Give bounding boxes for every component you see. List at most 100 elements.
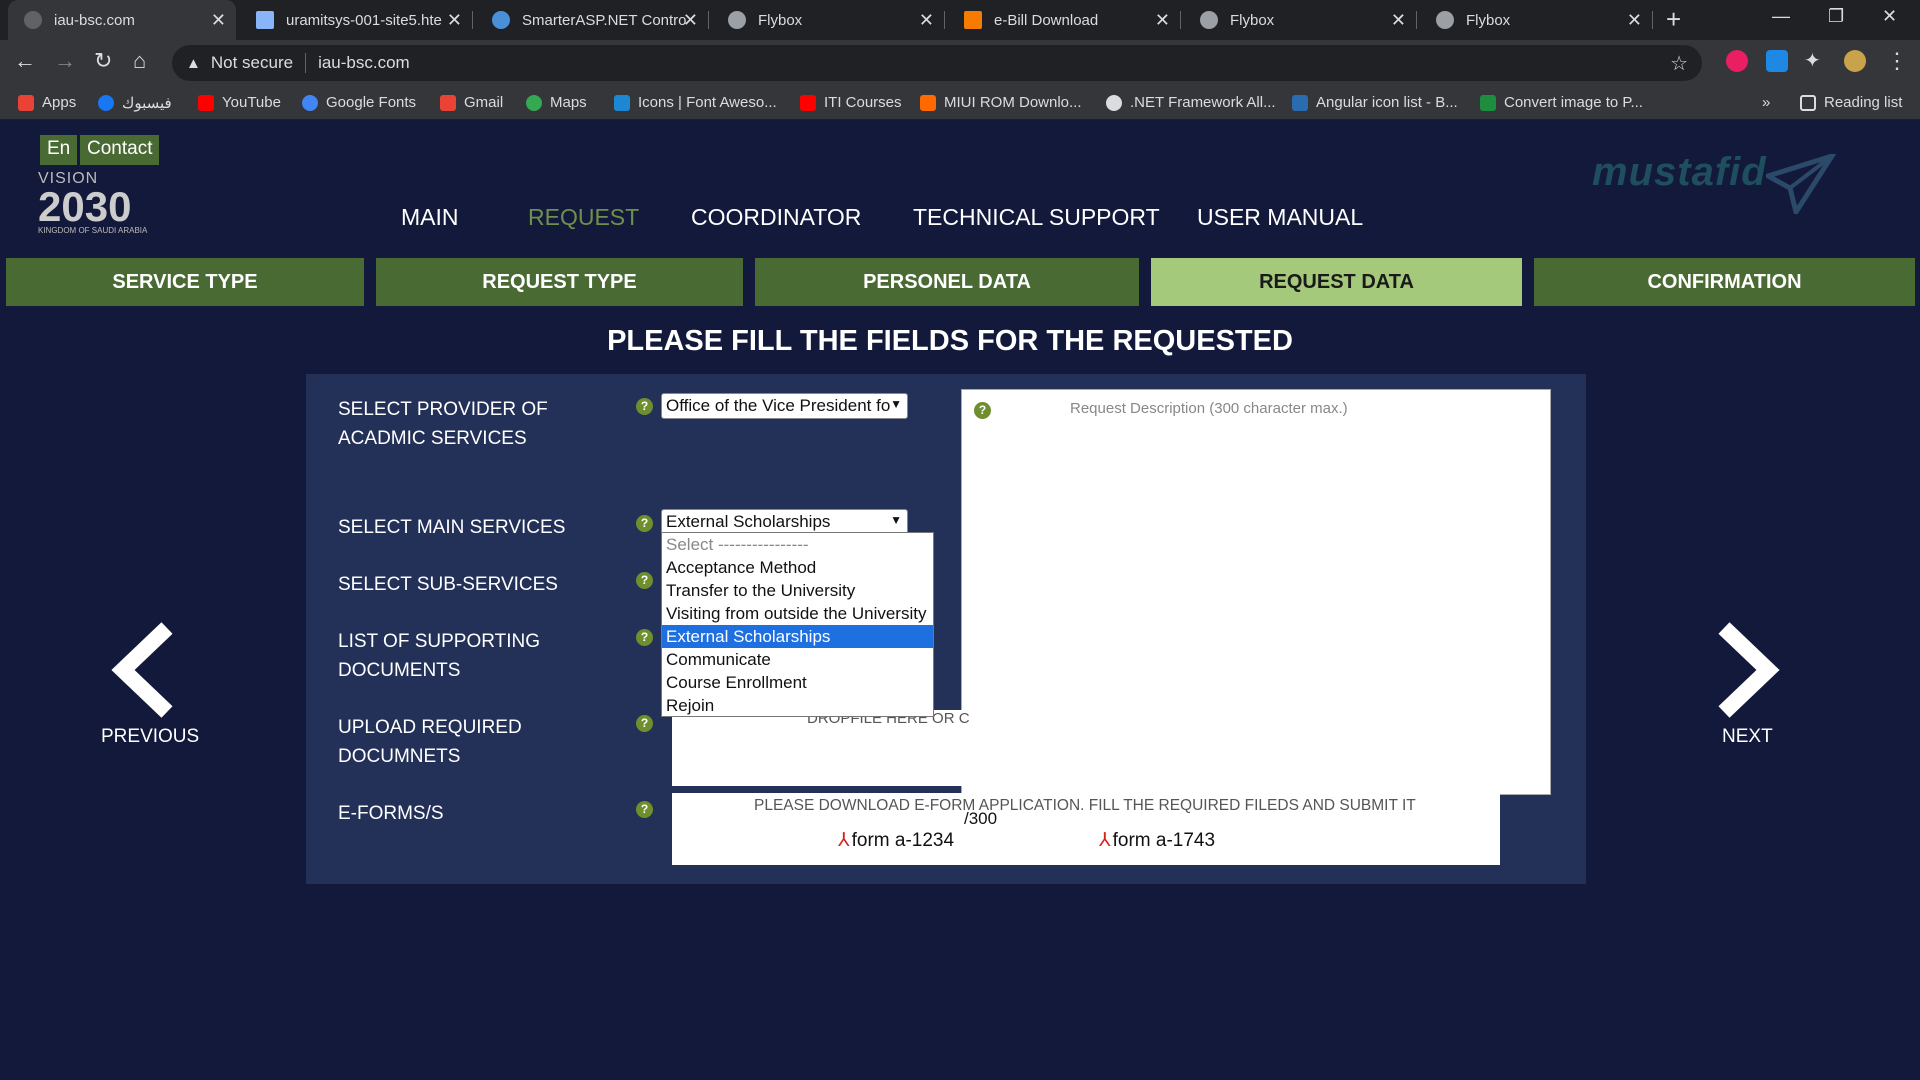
bookmark-maps[interactable]: Maps (526, 94, 587, 111)
dropdown-option[interactable]: Acceptance Method (662, 556, 933, 579)
close-tab-icon[interactable]: ✕ (1155, 10, 1170, 31)
previous-button[interactable]: PREVIOUS (101, 726, 199, 748)
browser-tab[interactable]: e-Bill Download ✕ (948, 0, 1181, 40)
char-counter: /300 (964, 809, 998, 828)
step-request-data[interactable]: REQUEST DATA (1151, 258, 1522, 306)
restore-icon[interactable]: ❐ (1828, 6, 1844, 27)
reload-icon[interactable]: ↻ (94, 48, 112, 74)
puzzle-icon[interactable]: ✦ (1804, 48, 1821, 73)
dropdown-option[interactable]: Transfer to the University (662, 579, 933, 602)
eform-link[interactable]: ⅄ form a-1234 (838, 829, 954, 852)
dropdown-option-selected[interactable]: External Scholarships (662, 625, 933, 648)
contact-button[interactable]: Contact (80, 135, 160, 165)
forward-icon[interactable]: → (54, 48, 76, 74)
help-icon[interactable]: ? (636, 398, 653, 415)
home-icon[interactable]: ⌂ (133, 48, 146, 74)
bookmark-youtube[interactable]: YouTube (198, 94, 281, 111)
dropdown-option[interactable]: Visiting from outside the University (662, 602, 933, 625)
bookmark-star-icon[interactable]: ☆ (1670, 51, 1688, 76)
upload-label: UPLOAD REQUIRED DOCUMNETS (338, 717, 522, 767)
maps-pin-icon (526, 94, 542, 111)
shield-extension-icon[interactable] (1766, 50, 1788, 72)
browser-toolbar: ← → ↻ ⌂ ▲ Not secure iau-bsc.com ☆ ✦ ⋮ (0, 40, 1920, 86)
nav-request[interactable]: REQUEST (528, 204, 639, 231)
help-icon[interactable]: ? (636, 515, 653, 532)
bookmark-font-awesome[interactable]: Icons | Font Aweso... (614, 94, 777, 111)
help-icon[interactable]: ? (636, 715, 653, 732)
upload-dropzone[interactable]: DROPFILE HERE OR C (672, 710, 970, 786)
new-tab-button[interactable]: + (1666, 4, 1681, 35)
close-tab-icon[interactable]: ✕ (447, 10, 462, 31)
nav-coordinator[interactable]: COORDINATOR (691, 204, 861, 231)
step-request-type[interactable]: REQUEST TYPE (376, 258, 743, 306)
bookmark-angular-icons[interactable]: Angular icon list - B... (1292, 94, 1458, 111)
browser-tab-strip: iau-bsc.com ✕ uramitsys-001-site5.hte ✕ … (0, 0, 1920, 40)
description-placeholder: Request Description (300 character max.) (1070, 400, 1348, 417)
bookmark-iti[interactable]: ITI Courses (800, 94, 902, 111)
avatar[interactable] (1844, 50, 1866, 72)
close-tab-icon[interactable]: ✕ (919, 10, 934, 31)
bookmark-miui[interactable]: MIUI ROM Downlo... (920, 94, 1082, 111)
step-confirmation[interactable]: CONFIRMATION (1534, 258, 1915, 306)
browser-tab[interactable]: uramitsys-001-site5.hte ✕ (240, 0, 473, 40)
warning-icon[interactable]: ▲ (186, 55, 201, 72)
close-tab-icon[interactable]: ✕ (683, 10, 698, 31)
browser-tab[interactable]: Flybox ✕ (1420, 0, 1653, 40)
vision-2030-logo: VISION 2030 KINGDOM OF SAUDI ARABIA (38, 170, 148, 235)
nav-main[interactable]: MAIN (401, 204, 459, 231)
sub-services-label: SELECT SUB-SERVICES (338, 574, 558, 595)
extension-icon[interactable] (1726, 50, 1748, 72)
eform-link[interactable]: ⅄ form a-1743 (1099, 829, 1215, 852)
help-icon[interactable]: ? (636, 572, 653, 589)
nav-user-manual[interactable]: USER MANUAL (1197, 204, 1363, 231)
bookmark-dotnet[interactable]: .NET Framework All... (1106, 94, 1276, 111)
help-icon[interactable]: ? (636, 801, 653, 818)
youtube-icon (198, 94, 214, 111)
bookmark-facebook[interactable]: فيسبوك (98, 94, 172, 112)
nav-technical-support[interactable]: TECHNICAL SUPPORT (913, 204, 1160, 231)
reading-list-icon (1800, 94, 1816, 111)
gmail-icon (440, 94, 456, 111)
facebook-icon (98, 95, 114, 111)
youtube-icon (800, 94, 816, 111)
close-tab-icon[interactable]: ✕ (211, 10, 226, 31)
close-window-icon[interactable]: ✕ (1882, 6, 1897, 27)
bookmark-apps[interactable]: Apps (18, 94, 76, 111)
browser-tab[interactable]: SmarterASP.NET Contro ✕ (476, 0, 709, 40)
step-service-type[interactable]: SERVICE TYPE (6, 258, 364, 306)
dropdown-option[interactable]: Select ---------------- (662, 533, 933, 556)
bookmark-google-fonts[interactable]: Google Fonts (302, 94, 416, 111)
help-icon[interactable]: ? (636, 629, 653, 646)
close-tab-icon[interactable]: ✕ (1391, 10, 1406, 31)
previous-arrow-icon[interactable] (105, 620, 185, 720)
chevron-down-icon: ▼ (890, 397, 902, 411)
browser-tab[interactable]: Flybox ✕ (712, 0, 945, 40)
reading-list-button[interactable]: Reading list (1800, 94, 1902, 111)
bookmark-gmail[interactable]: Gmail (440, 94, 503, 111)
minimize-icon[interactable]: — (1772, 6, 1790, 27)
close-tab-icon[interactable]: ✕ (1627, 10, 1642, 31)
language-button[interactable]: En (40, 135, 78, 165)
step-personel-data[interactable]: PERSONEL DATA (755, 258, 1139, 306)
browser-tab[interactable]: Flybox ✕ (1184, 0, 1417, 40)
request-description-textarea[interactable]: ? Request Description (300 character max… (961, 389, 1551, 795)
back-icon[interactable]: ← (14, 48, 36, 74)
pdf-icon: ⅄ (1099, 830, 1111, 851)
dropdown-option[interactable]: Course Enrollment (662, 671, 933, 694)
miui-icon (920, 94, 936, 111)
next-arrow-icon[interactable] (1706, 620, 1786, 720)
url-text: iau-bsc.com (318, 53, 410, 72)
apps-grid-icon (18, 94, 34, 111)
browser-tab[interactable]: iau-bsc.com ✕ (8, 0, 236, 40)
dropdown-option[interactable]: Communicate (662, 648, 933, 671)
chevron-down-icon: ▼ (890, 513, 902, 527)
address-bar[interactable]: ▲ Not secure iau-bsc.com ☆ (172, 45, 1702, 81)
bookmark-convert-image[interactable]: Convert image to P... (1480, 94, 1643, 111)
help-icon[interactable]: ? (974, 402, 991, 419)
next-button[interactable]: NEXT (1722, 726, 1773, 748)
more-bookmarks-button[interactable]: » (1762, 94, 1770, 111)
menu-kebab-icon[interactable]: ⋮ (1886, 48, 1908, 74)
dropdown-option[interactable]: Rejoin (662, 694, 933, 717)
provider-select[interactable]: Office of the Vice President fo ▼ (661, 393, 908, 419)
document-icon (256, 11, 274, 29)
